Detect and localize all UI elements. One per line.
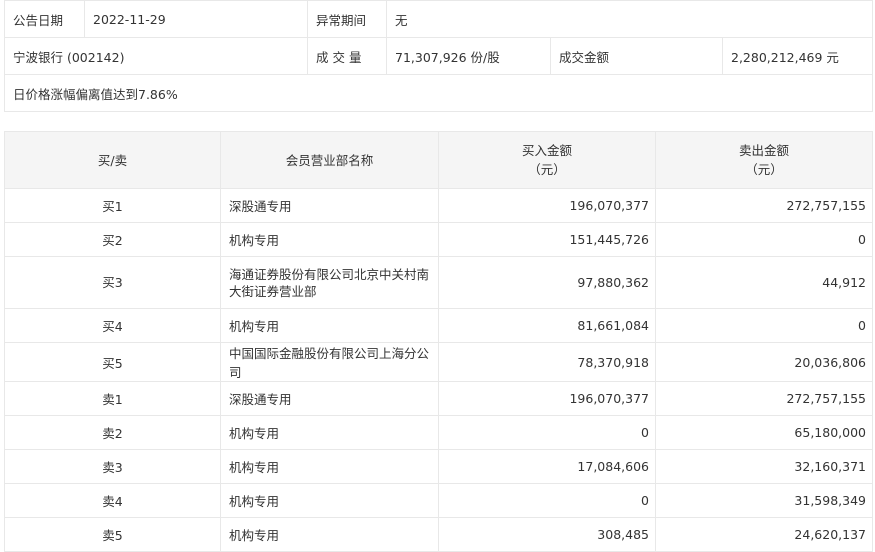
table-row: 卖3 机构专用 17,084,606 32,160,371 [4, 449, 873, 484]
buy-amount-cell: 17,084,606 [438, 449, 656, 484]
stock-info-table: 公告日期 2022-11-29 异常期间 无 宁波银行 (002142) 成 交… [3, 0, 874, 112]
sell-amount-cell: 0 [655, 308, 873, 343]
sell-amount-cell: 31,598,349 [655, 483, 873, 518]
buy-amount-cell: 196,070,377 [438, 188, 656, 223]
sell-amount-cell: 20,036,806 [655, 342, 873, 382]
branch-name-cell: 海通证券股份有限公司北京中关村南大街证券营业部 [220, 256, 439, 309]
side-cell: 卖4 [4, 483, 221, 518]
side-cell: 买4 [4, 308, 221, 343]
amount-label: 成交金额 [550, 37, 723, 75]
sell-amount-cell: 65,180,000 [655, 415, 873, 450]
amount-value: 2,280,212,469 元 [721, 37, 874, 75]
header-side: 买/卖 [4, 131, 221, 189]
side-cell: 卖5 [4, 517, 221, 552]
date-value: 2022-11-29 [84, 0, 308, 38]
period-value: 无 [385, 0, 874, 38]
reason-text: 日价格涨幅偏离值达到7.86% [3, 74, 874, 112]
period-label: 异常期间 [307, 0, 387, 38]
header-branch-name: 会员营业部名称 [220, 131, 439, 189]
branch-name-cell: 机构专用 [220, 449, 439, 484]
branch-name-cell: 机构专用 [220, 517, 439, 552]
sell-amount-cell: 272,757,155 [655, 188, 873, 223]
table-row: 卖5 机构专用 308,485 24,620,137 [4, 517, 873, 552]
sell-amount-cell: 272,757,155 [655, 381, 873, 416]
branch-name-cell: 深股通专用 [220, 188, 439, 223]
header-buy-amount: 买入金额 （元） [438, 131, 656, 189]
table-row: 买1 深股通专用 196,070,377 272,757,155 [4, 188, 873, 223]
branch-name-cell: 机构专用 [220, 308, 439, 343]
volume-label: 成 交 量 [307, 37, 387, 75]
sell-amount-cell: 44,912 [655, 256, 873, 309]
table-row: 买2 机构专用 151,445,726 0 [4, 222, 873, 257]
sell-amount-cell: 32,160,371 [655, 449, 873, 484]
trading-detail-table: 买/卖 会员营业部名称 买入金额 （元） 卖出金额 （元） 买1 深股通专用 196,070,… [4, 131, 873, 552]
header-row: 买/卖 会员营业部名称 买入金额 （元） 卖出金额 （元） [4, 131, 873, 189]
table-row: 买4 机构专用 81,661,084 0 [4, 308, 873, 343]
stock-name: 宁波银行 (002142) [4, 37, 308, 75]
buy-amount-cell: 0 [438, 483, 656, 518]
side-cell: 卖1 [4, 381, 221, 416]
branch-name-cell: 机构专用 [220, 222, 439, 257]
side-cell: 买5 [4, 342, 221, 382]
side-cell: 卖2 [4, 415, 221, 450]
table-row: 买5 中国国际金融股份有限公司上海分公司 78,370,918 20,036,806 [4, 342, 873, 382]
side-cell: 买1 [4, 188, 221, 223]
side-cell: 卖3 [4, 449, 221, 484]
buy-amount-cell: 97,880,362 [438, 256, 656, 309]
sell-amount-cell: 0 [655, 222, 873, 257]
volume-value: 71,307,926 份/股 [386, 37, 551, 75]
buy-amount-cell: 0 [438, 415, 656, 450]
header-sell-amount: 卖出金额 （元） [655, 131, 873, 189]
buy-amount-cell: 78,370,918 [438, 342, 656, 382]
table-row: 卖2 机构专用 0 65,180,000 [4, 415, 873, 450]
side-cell: 买3 [4, 256, 221, 309]
buy-amount-cell: 196,070,377 [438, 381, 656, 416]
sell-amount-cell: 24,620,137 [655, 517, 873, 552]
branch-name-cell: 深股通专用 [220, 381, 439, 416]
buy-amount-cell: 308,485 [438, 517, 656, 552]
table-row: 卖4 机构专用 0 31,598,349 [4, 483, 873, 518]
branch-name-cell: 机构专用 [220, 415, 439, 450]
table-row: 卖1 深股通专用 196,070,377 272,757,155 [4, 381, 873, 416]
branch-name-cell: 中国国际金融股份有限公司上海分公司 [220, 342, 439, 382]
buy-amount-cell: 151,445,726 [438, 222, 656, 257]
branch-name-cell: 机构专用 [220, 483, 439, 518]
date-label: 公告日期 [4, 0, 85, 38]
buy-amount-cell: 81,661,084 [438, 308, 656, 343]
table-row: 买3 海通证券股份有限公司北京中关村南大街证券营业部 97,880,362 44,91… [4, 256, 873, 309]
side-cell: 买2 [4, 222, 221, 257]
